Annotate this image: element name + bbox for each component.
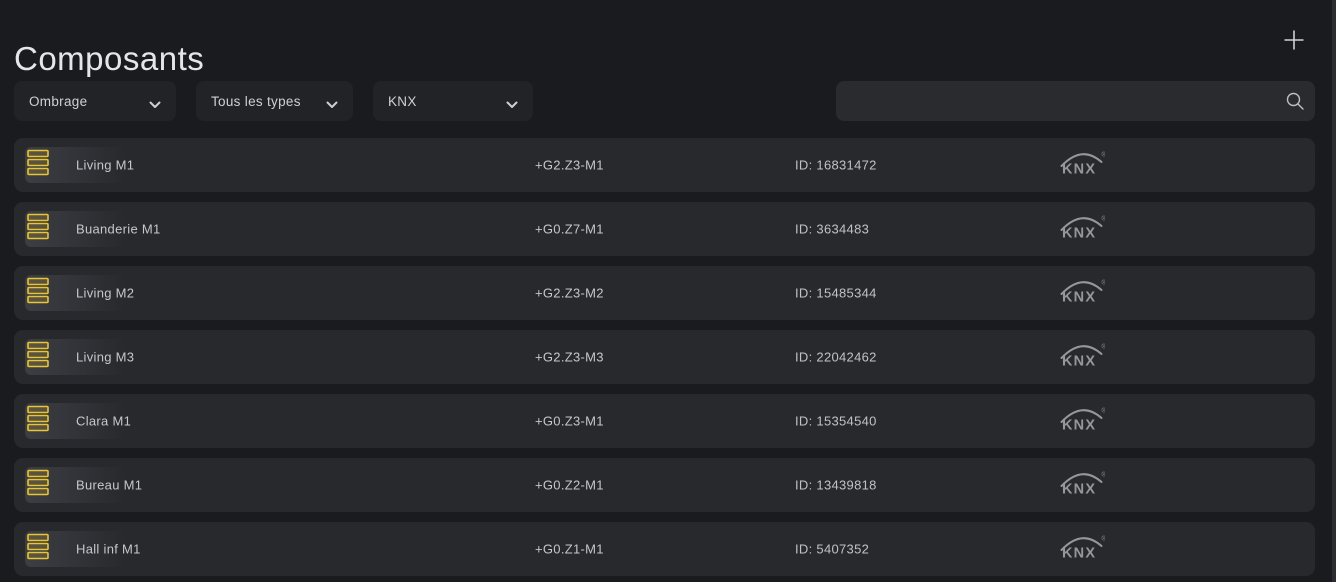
component-row[interactable]: Hall inf M1 +G0.Z1-M1 ID: 5407352 KNX ® xyxy=(14,522,1315,576)
filter-dropdown-protocol-label: KNX xyxy=(388,94,417,109)
blinds-icon xyxy=(27,469,49,501)
knx-registered-mark: ® xyxy=(1102,344,1106,351)
blinds-icon xyxy=(27,213,49,245)
knx-registered-mark: ® xyxy=(1102,216,1106,223)
component-address: +G0.Z3-M1 xyxy=(535,414,604,429)
filter-dropdown-type-label: Tous les types xyxy=(211,94,301,109)
knx-logo: KNX ® xyxy=(1059,148,1105,183)
knx-logo: KNX ® xyxy=(1059,340,1105,375)
component-name: Clara M1 xyxy=(76,414,131,429)
component-name: Hall inf M1 xyxy=(76,542,141,557)
knx-registered-mark: ® xyxy=(1102,408,1106,415)
search-input[interactable] xyxy=(836,81,1315,121)
knx-registered-mark: ® xyxy=(1102,536,1106,543)
component-name: Bureau M1 xyxy=(76,478,142,493)
plus-icon xyxy=(1283,29,1305,54)
component-name: Living M3 xyxy=(76,350,134,365)
blinds-icon xyxy=(27,405,49,437)
chevron-down-icon xyxy=(506,97,518,112)
knx-logo: KNX ® xyxy=(1059,468,1105,503)
chevron-down-icon xyxy=(326,97,338,112)
filter-dropdown-protocol[interactable]: KNX xyxy=(373,81,533,121)
component-address: +G2.Z3-M1 xyxy=(535,158,604,173)
blinds-icon xyxy=(27,149,49,181)
components-page: Composants Ombrage Tous les types KNX xyxy=(0,0,1336,582)
page-title: Composants xyxy=(14,40,204,78)
component-row[interactable]: Buanderie M1 +G0.Z7-M1 ID: 3634483 KNX ® xyxy=(14,202,1315,256)
component-id: ID: 22042462 xyxy=(795,350,877,365)
blinds-icon xyxy=(27,277,49,309)
component-name: Living M1 xyxy=(76,158,134,173)
knx-logo-text: KNX xyxy=(1062,546,1096,562)
filter-dropdown-category[interactable]: Ombrage xyxy=(14,81,176,121)
component-row[interactable]: Living M2 +G2.Z3-M2 ID: 15485344 KNX ® xyxy=(14,266,1315,320)
chevron-down-icon xyxy=(149,97,161,112)
scrollbar[interactable] xyxy=(1332,0,1336,582)
knx-logo: KNX ® xyxy=(1059,532,1105,567)
component-name: Buanderie M1 xyxy=(76,222,161,237)
component-address: +G0.Z2-M1 xyxy=(535,478,604,493)
component-row[interactable]: Living M3 +G2.Z3-M3 ID: 22042462 KNX ® xyxy=(14,330,1315,384)
component-id: ID: 5407352 xyxy=(795,542,869,557)
component-row[interactable]: Clara M1 +G0.Z3-M1 ID: 15354540 KNX ® xyxy=(14,394,1315,448)
component-address: +G2.Z3-M3 xyxy=(535,350,604,365)
add-component-button[interactable] xyxy=(1283,30,1305,52)
component-row[interactable]: Living M1 +G2.Z3-M1 ID: 16831472 KNX ® xyxy=(14,138,1315,192)
component-address: +G0.Z1-M1 xyxy=(535,542,604,557)
knx-registered-mark: ® xyxy=(1102,280,1106,287)
component-id: ID: 13439818 xyxy=(795,478,877,493)
knx-logo-text: KNX xyxy=(1062,226,1096,242)
knx-logo: KNX ® xyxy=(1059,404,1105,439)
knx-registered-mark: ® xyxy=(1102,152,1106,159)
component-id: ID: 16831472 xyxy=(795,158,877,173)
component-id: ID: 15354540 xyxy=(795,414,877,429)
filter-dropdown-type[interactable]: Tous les types xyxy=(196,81,353,121)
component-id: ID: 15485344 xyxy=(795,286,877,301)
filter-dropdown-category-label: Ombrage xyxy=(29,94,87,109)
knx-logo: KNX ® xyxy=(1059,212,1105,247)
knx-logo-text: KNX xyxy=(1062,482,1096,498)
component-name: Living M2 xyxy=(76,286,134,301)
component-address: +G2.Z3-M2 xyxy=(535,286,604,301)
knx-logo-text: KNX xyxy=(1062,290,1096,306)
knx-logo-text: KNX xyxy=(1062,162,1096,178)
search-box xyxy=(836,81,1315,121)
blinds-icon xyxy=(27,341,49,373)
knx-logo-text: KNX xyxy=(1062,418,1096,434)
component-row[interactable]: Bureau M1 +G0.Z2-M1 ID: 13439818 KNX ® xyxy=(14,458,1315,512)
knx-logo: KNX ® xyxy=(1059,276,1105,311)
knx-logo-text: KNX xyxy=(1062,354,1096,370)
component-id: ID: 3634483 xyxy=(795,222,869,237)
component-address: +G0.Z7-M1 xyxy=(535,222,604,237)
blinds-icon xyxy=(27,533,49,565)
component-list: Living M1 +G2.Z3-M1 ID: 16831472 KNX ® B… xyxy=(0,138,1336,582)
knx-registered-mark: ® xyxy=(1102,472,1106,479)
